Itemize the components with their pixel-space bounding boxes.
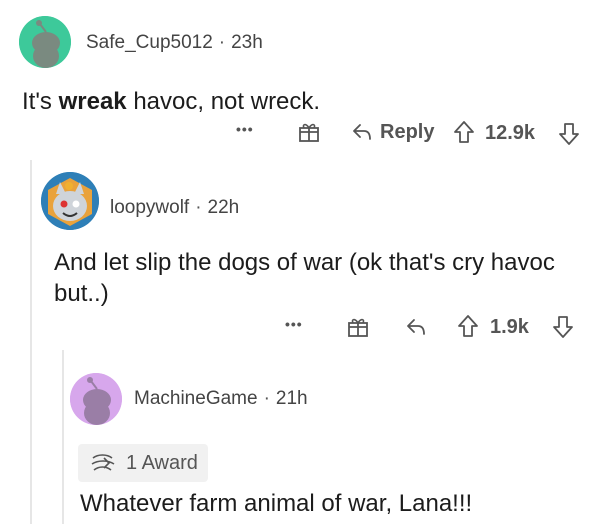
upvote-button[interactable] bbox=[456, 313, 480, 339]
upvote-arrow-icon bbox=[454, 121, 474, 143]
comment-body: Whatever farm animal of war, Lana!!! bbox=[80, 490, 473, 517]
snoo-avatar-icon bbox=[70, 373, 122, 425]
bold-word: wreak bbox=[58, 88, 127, 115]
comment-meta: MachineGame · 21h bbox=[134, 388, 308, 410]
downvote-arrow-icon bbox=[559, 123, 579, 145]
wholesome-award-icon bbox=[91, 454, 115, 471]
comment-body: It's wreak havoc, not wreck. bbox=[22, 88, 321, 115]
downvote-button[interactable] bbox=[551, 314, 575, 340]
separator-dot: · bbox=[195, 197, 202, 218]
avatar[interactable] bbox=[19, 16, 71, 68]
downvote-button[interactable] bbox=[557, 121, 581, 147]
thread-line[interactable] bbox=[30, 160, 32, 524]
reply-label: Reply bbox=[380, 120, 435, 143]
more-options-button[interactable]: ••• bbox=[236, 121, 254, 137]
upvote-button[interactable] bbox=[452, 119, 476, 145]
gift-icon bbox=[348, 318, 368, 337]
score: 12.9k bbox=[485, 122, 536, 144]
wolf-avatar-icon bbox=[41, 172, 99, 230]
timestamp: 22h bbox=[207, 197, 240, 218]
comment-meta: loopywolf · 22h bbox=[110, 197, 239, 219]
separator-dot: · bbox=[263, 388, 270, 409]
avatar[interactable] bbox=[41, 172, 99, 230]
username[interactable]: loopywolf bbox=[110, 197, 189, 218]
reply-arrow-icon bbox=[407, 319, 425, 335]
comment-meta: Safe_Cup5012 · 23h bbox=[86, 32, 263, 54]
timestamp: 21h bbox=[275, 388, 308, 409]
username[interactable]: MachineGame bbox=[134, 388, 258, 409]
score: 1.9k bbox=[490, 316, 529, 338]
upvote-arrow-icon bbox=[458, 315, 478, 337]
award-badge[interactable]: 1 Award bbox=[78, 444, 208, 482]
snoo-avatar-icon bbox=[19, 16, 71, 68]
award-label: 1 Award bbox=[126, 451, 198, 474]
reply-button[interactable] bbox=[404, 315, 428, 339]
timestamp: 23h bbox=[231, 32, 263, 53]
comment-body: And let slip the dogs of war (ok that's … bbox=[54, 249, 555, 307]
gift-icon bbox=[299, 123, 319, 142]
reply-button[interactable]: Reply bbox=[350, 120, 434, 144]
downvote-arrow-icon bbox=[553, 316, 573, 338]
more-options-button[interactable]: ••• bbox=[285, 316, 303, 332]
separator-dot: · bbox=[218, 32, 226, 53]
give-award-button[interactable] bbox=[297, 120, 321, 144]
username[interactable]: Safe_Cup5012 bbox=[86, 32, 213, 53]
give-award-button[interactable] bbox=[346, 315, 370, 339]
avatar[interactable] bbox=[70, 373, 122, 425]
reply-arrow-icon bbox=[353, 124, 371, 140]
thread-line[interactable] bbox=[62, 350, 64, 524]
